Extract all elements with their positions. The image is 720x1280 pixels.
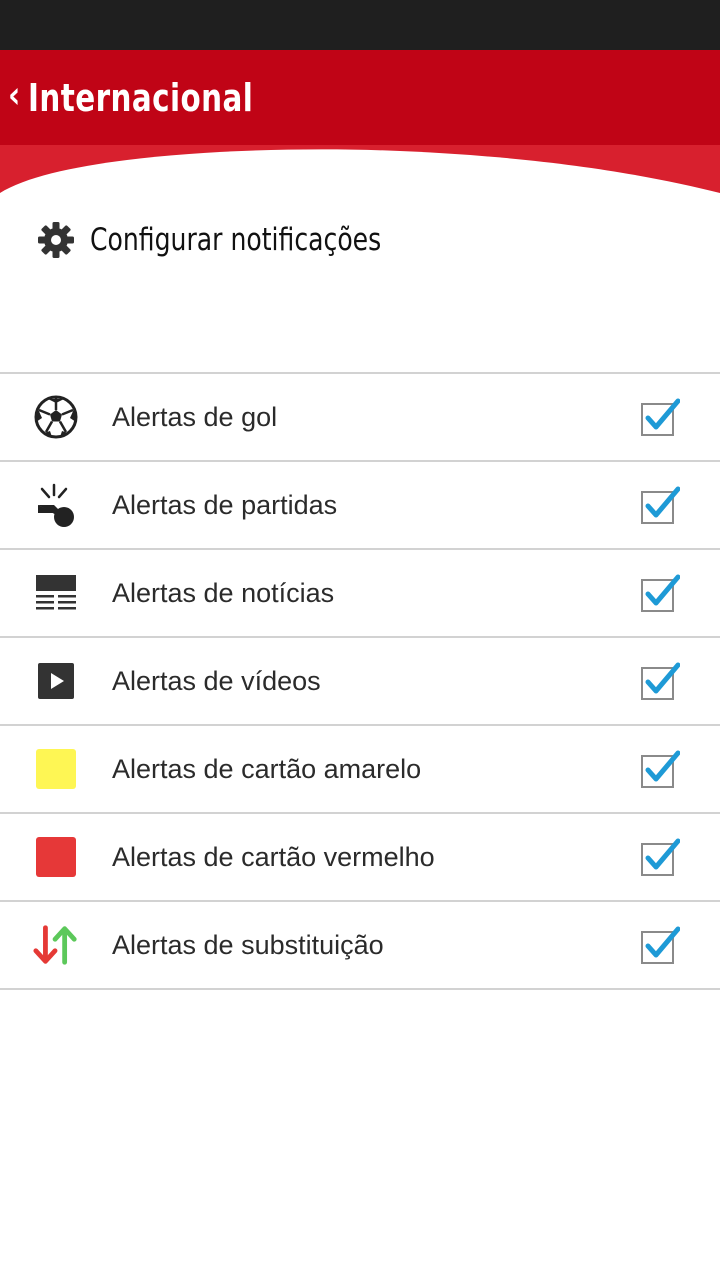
alert-row-cartao-amarelo[interactable]: Alertas de cartão amarelo bbox=[0, 726, 720, 814]
alert-checkbox[interactable] bbox=[640, 486, 680, 526]
alert-row-cartao-vermelho[interactable]: Alertas de cartão vermelho bbox=[0, 814, 720, 902]
alert-label: Alertas de notícias bbox=[112, 577, 335, 608]
yellow-card-icon bbox=[32, 747, 80, 791]
video-play-icon bbox=[32, 659, 80, 703]
alert-checkbox[interactable] bbox=[640, 574, 680, 614]
status-bar bbox=[0, 0, 720, 50]
alert-label: Alertas de cartão amarelo bbox=[112, 753, 422, 784]
alert-label: Alertas de cartão vermelho bbox=[112, 841, 435, 872]
gear-icon bbox=[38, 222, 74, 258]
alert-row-videos[interactable]: Alertas de vídeos bbox=[0, 638, 720, 726]
alert-checkbox[interactable] bbox=[640, 750, 680, 790]
substitution-arrows-icon bbox=[32, 923, 80, 967]
app-header: ‹ Internacional bbox=[0, 50, 720, 146]
alert-row-gol[interactable]: Alertas de gol bbox=[0, 374, 720, 462]
back-chevron-icon: ‹ bbox=[8, 73, 21, 118]
settings-title-text: Configurar notificações bbox=[90, 222, 382, 258]
page-title: Internacional bbox=[28, 76, 254, 120]
soccer-ball-icon bbox=[32, 395, 80, 439]
alert-row-noticias[interactable]: Alertas de notícias bbox=[0, 550, 720, 638]
alert-label: Alertas de partidas bbox=[112, 489, 338, 520]
whistle-icon bbox=[32, 483, 80, 527]
alert-label: Alertas de substituição bbox=[112, 929, 384, 960]
alert-label: Alertas de vídeos bbox=[112, 665, 321, 696]
header-wave-decoration bbox=[0, 145, 720, 205]
alert-checkbox[interactable] bbox=[640, 662, 680, 702]
news-icon bbox=[32, 571, 80, 615]
alert-label: Alertas de gol bbox=[112, 401, 278, 432]
alerts-list: Alertas de gol Alertas de partidas Alert… bbox=[0, 372, 720, 990]
red-card-icon bbox=[32, 835, 80, 879]
back-button[interactable]: ‹ Internacional bbox=[0, 50, 290, 146]
alert-checkbox[interactable] bbox=[640, 838, 680, 878]
settings-heading: Configurar notificações bbox=[36, 212, 414, 268]
alert-checkbox[interactable] bbox=[640, 398, 680, 438]
alert-checkbox[interactable] bbox=[640, 926, 680, 966]
alert-row-substituicao[interactable]: Alertas de substituição bbox=[0, 902, 720, 990]
alert-row-partidas[interactable]: Alertas de partidas bbox=[0, 462, 720, 550]
